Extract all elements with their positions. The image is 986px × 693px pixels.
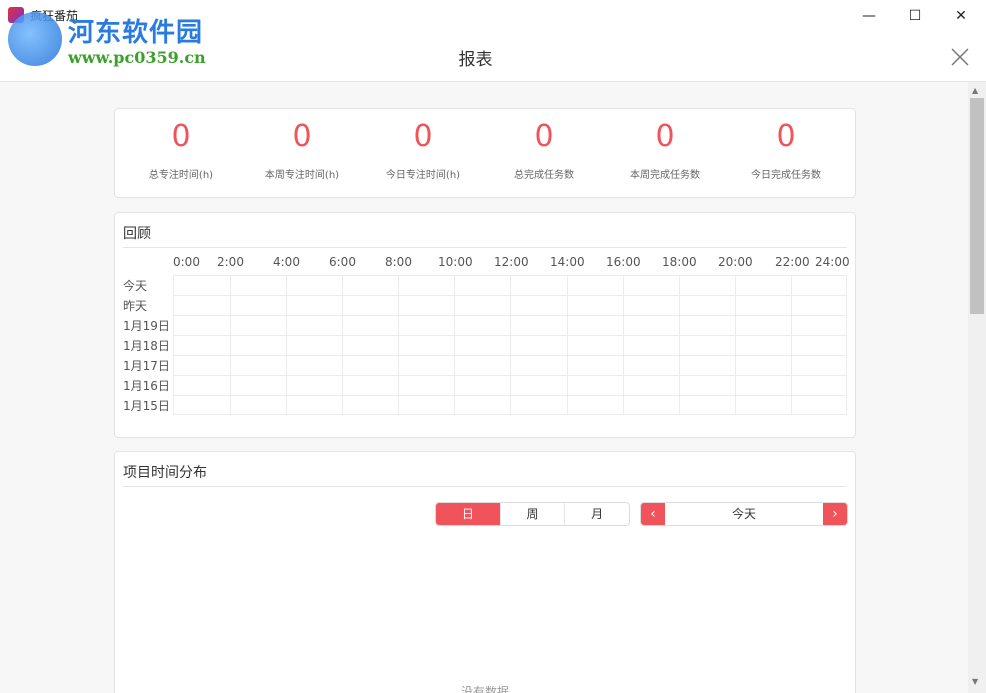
window-close-button[interactable]: ✕ (938, 0, 984, 31)
report-content[interactable]: 0 总专注时间(h) 0 本周专注时间(h) 0 今日专注时间(h) 0 总完成… (0, 82, 968, 693)
grid-line (174, 295, 846, 296)
time-tick: 24:00 (815, 255, 850, 269)
grid-line (567, 276, 568, 414)
minimize-button[interactable]: — (846, 0, 892, 31)
time-tick: 4:00 (273, 255, 300, 269)
time-tick: 10:00 (438, 255, 473, 269)
vertical-scrollbar[interactable]: ▲ ▼ (968, 82, 986, 693)
time-tick: 22:00 (775, 255, 810, 269)
page-title: 报表 (458, 50, 493, 70)
stat-label: 总专注时间(h) (148, 170, 214, 181)
day-label: 1月19日 (123, 319, 170, 333)
review-timeline-grid (173, 275, 847, 415)
time-tick: 14:00 (550, 255, 585, 269)
stat-value: 0 (534, 119, 554, 154)
stat-value: 0 (413, 119, 433, 154)
next-date-button[interactable]: › (823, 503, 847, 525)
grid-line (623, 276, 624, 414)
time-tick: 12:00 (494, 255, 529, 269)
divider (123, 247, 847, 248)
distribution-title: 项目时间分布 (123, 465, 207, 481)
page-header: 报表 (0, 31, 986, 82)
grid-line (174, 395, 846, 396)
tab-month[interactable]: 月 (565, 503, 629, 525)
day-label: 1月16日 (123, 379, 170, 393)
grid-line (174, 375, 846, 376)
stat-label: 今日完成任务数 (751, 170, 821, 181)
day-label: 1月18日 (123, 339, 170, 353)
tab-day[interactable]: 日 (436, 503, 501, 525)
close-icon[interactable] (948, 45, 972, 69)
stat-label: 总完成任务数 (514, 170, 574, 181)
time-tick: 16:00 (606, 255, 641, 269)
scroll-up-icon[interactable]: ▲ (972, 86, 978, 95)
review-title: 回顾 (123, 226, 151, 242)
grid-line (398, 276, 399, 414)
tab-week[interactable]: 周 (501, 503, 566, 525)
stats-card: 0 总专注时间(h) 0 本周专注时间(h) 0 今日专注时间(h) 0 总完成… (114, 108, 856, 198)
stat-label: 本周专注时间(h) (264, 170, 340, 181)
period-switch: 日 周 月 (435, 502, 630, 526)
time-tick: 20:00 (718, 255, 753, 269)
grid-line (342, 276, 343, 414)
day-label: 1月15日 (123, 399, 170, 413)
stat-value: 0 (655, 119, 675, 154)
grid-line (286, 276, 287, 414)
stat-value: 0 (292, 119, 312, 154)
grid-line (230, 276, 231, 414)
grid-line (679, 276, 680, 414)
review-card: 回顾 0:00 2:00 4:00 6:00 8:00 10:00 12:00 … (114, 212, 856, 438)
time-tick: 0:00 (173, 255, 200, 269)
stat-label: 今日专注时间(h) (385, 170, 461, 181)
time-tick: 6:00 (329, 255, 356, 269)
divider (123, 486, 847, 487)
stat-value: 0 (776, 119, 796, 154)
grid-line (174, 355, 846, 356)
day-label: 昨天 (123, 299, 148, 313)
no-data-text: 没有数据 (460, 685, 509, 693)
maximize-button[interactable]: ☐ (892, 0, 938, 31)
stat-value: 0 (171, 119, 191, 154)
time-tick: 18:00 (662, 255, 697, 269)
time-tick: 2:00 (217, 255, 244, 269)
grid-line (735, 276, 736, 414)
day-label: 1月17日 (123, 359, 170, 373)
time-tick: 8:00 (385, 255, 412, 269)
prev-date-button[interactable]: ‹ (641, 503, 665, 525)
date-label: 今天 (731, 507, 756, 521)
stat-label: 本周完成任务数 (630, 170, 700, 181)
grid-line (510, 276, 511, 414)
scrollbar-thumb[interactable] (970, 98, 984, 314)
grid-line (174, 335, 846, 336)
date-picker: ‹ 今天 › (640, 502, 848, 526)
grid-line (174, 315, 846, 316)
scroll-down-icon[interactable]: ▼ (972, 677, 978, 686)
project-distribution-card: 项目时间分布 日 周 月 ‹ 今天 › 没有数据 (114, 451, 856, 693)
grid-line (454, 276, 455, 414)
grid-line (791, 276, 792, 414)
day-label: 今天 (123, 279, 148, 293)
